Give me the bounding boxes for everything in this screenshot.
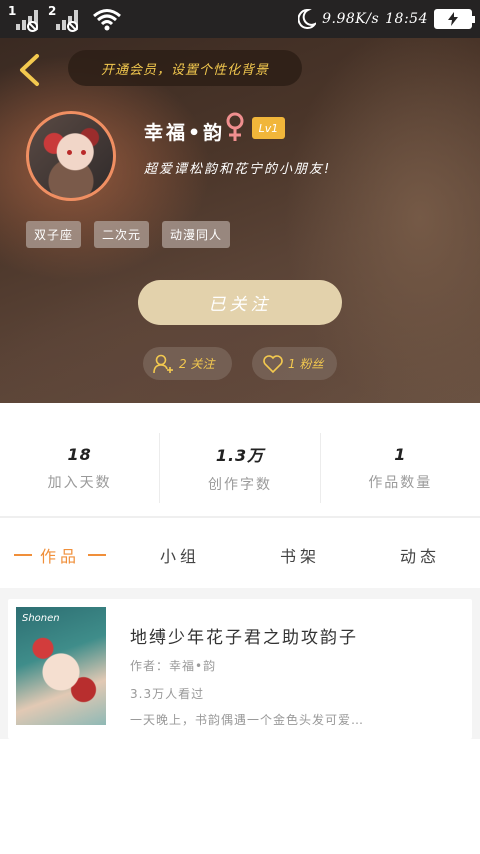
works-list: Shonen 地缚少年花子君之助攻韵子 作者：幸福•韵 3.3万人看过 一天晚上… — [0, 588, 480, 854]
heart-icon — [263, 354, 283, 373]
work-views: 3.3万人看过 — [130, 687, 205, 701]
battery-charging-icon — [434, 9, 475, 29]
tab-groups[interactable]: 小组 — [120, 522, 240, 588]
signal-sim1-icon: 1 — [8, 4, 38, 32]
user-bio: 超爱谭松韵和花宁的小朋友! — [144, 162, 332, 177]
stat-join-days: 18 加入天数 — [0, 433, 159, 503]
level-badge: Lv1 — [252, 117, 285, 139]
stat-value: 1 — [394, 444, 407, 464]
stat-label: 作品数量 — [368, 474, 433, 491]
tab-works[interactable]: 作品 — [0, 522, 120, 588]
tab-bookshelf[interactable]: 书架 — [240, 522, 360, 588]
stat-value: 18 — [67, 444, 92, 464]
user-add-icon — [153, 354, 173, 373]
tag-item: 动漫同人 — [162, 221, 231, 248]
status-bar: 1 2 9.98K/s 18:54 — [0, 0, 480, 38]
tag-item: 二次元 — [94, 221, 150, 248]
signal-sim2-icon: 2 — [48, 4, 78, 32]
back-button[interactable] — [12, 52, 46, 88]
stats-row: 18 加入天数 1.3万 创作字数 1 作品数量 — [0, 433, 480, 503]
tab-bar: 作品 小组 书架 动态 — [0, 522, 480, 588]
work-cover[interactable]: Shonen — [16, 607, 106, 725]
content-blank — [0, 739, 480, 854]
net-speed: 9.98K/s — [322, 11, 380, 27]
stat-value: 1.3万 — [215, 446, 265, 465]
tab-activity[interactable]: 动态 — [360, 522, 480, 588]
vip-banner[interactable]: 开通会员，设置个性化背景 — [68, 50, 302, 86]
work-card[interactable]: Shonen 地缚少年花子君之助攻韵子 作者：幸福•韵 3.3万人看过 一天晚上… — [8, 599, 472, 739]
following-button[interactable]: 2 关注 — [143, 347, 232, 380]
stat-work-count: 1 作品数量 — [319, 433, 480, 503]
fans-button[interactable]: 1 粉丝 — [252, 347, 337, 380]
following-count: 2 关注 — [179, 357, 215, 371]
stat-word-count: 1.3万 创作字数 — [159, 433, 319, 503]
work-summary: 一天晚上，书韵偶遇一个金色头发可爱… — [130, 713, 365, 727]
profile-header: 开通会员，设置个性化背景 幸福•韵 Lv1 超爱谭松韵和花宁的小朋友! 双子座 … — [0, 38, 480, 403]
avatar[interactable] — [26, 111, 116, 201]
user-name: 幸福•韵 — [144, 122, 226, 144]
wifi-icon — [93, 9, 121, 31]
stat-label: 创作字数 — [207, 477, 272, 493]
divider — [0, 516, 480, 518]
tag-list: 双子座 二次元 动漫同人 — [26, 221, 231, 248]
female-icon — [226, 112, 244, 141]
tag-item: 双子座 — [26, 221, 82, 248]
follow-button[interactable]: 已关注 — [138, 280, 342, 325]
work-title: 地缚少年花子君之助攻韵子 — [130, 628, 358, 648]
back-arrow-icon — [20, 54, 39, 86]
stat-label: 加入天数 — [47, 474, 112, 491]
fans-count: 1 粉丝 — [288, 357, 324, 371]
work-author: 作者：幸福•韵 — [130, 659, 217, 673]
clock: 18:54 — [385, 11, 428, 27]
moon-icon — [298, 9, 317, 29]
